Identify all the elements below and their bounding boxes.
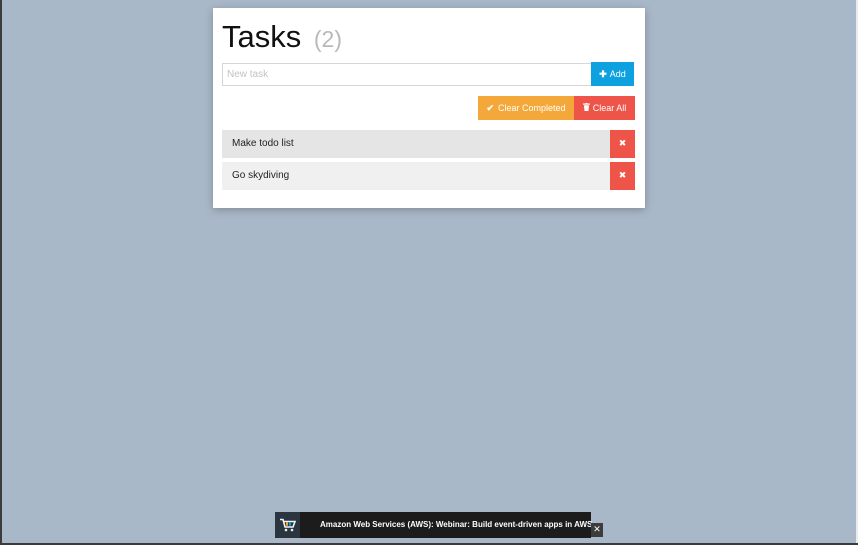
- clear-completed-label: Clear Completed: [498, 103, 566, 113]
- banner-close-button[interactable]: ✕: [591, 523, 603, 537]
- plus-icon: ✚: [599, 68, 607, 79]
- clear-completed-button[interactable]: ✔ Clear Completed: [478, 96, 574, 120]
- clear-all-label: Clear All: [592, 103, 627, 113]
- task-text[interactable]: Go skydiving: [232, 162, 289, 190]
- delete-task-button[interactable]: ✖: [610, 162, 635, 190]
- close-icon: ✖: [618, 139, 627, 149]
- task-item: Go skydiving ✖: [222, 162, 635, 190]
- title-text: Tasks: [222, 19, 302, 54]
- ad-banner[interactable]: Amazon Web Services (AWS): Webinar: Buil…: [275, 512, 593, 538]
- task-text[interactable]: Make todo list: [232, 130, 294, 158]
- page-title: Tasks (2): [222, 18, 342, 58]
- check-icon: ✔: [486, 102, 494, 113]
- delete-task-button[interactable]: ✖: [610, 130, 635, 158]
- new-task-input[interactable]: [222, 63, 594, 86]
- todo-card: Tasks (2) ✚ Add ✔ Clear Completed Clear …: [213, 8, 645, 208]
- add-task-button[interactable]: ✚ Add: [591, 62, 634, 86]
- task-list: Make todo list ✖ Go skydiving ✖: [222, 130, 635, 194]
- task-count: (2): [313, 26, 342, 52]
- banner-text: Amazon Web Services (AWS): Webinar: Buil…: [320, 520, 593, 529]
- shopping-cart-icon: [275, 512, 300, 538]
- close-icon: ✖: [618, 171, 627, 181]
- window-edge-left: [0, 0, 2, 545]
- clear-all-button[interactable]: Clear All: [574, 96, 635, 120]
- trash-icon: [582, 103, 590, 113]
- close-icon: ✕: [593, 525, 601, 535]
- task-item: Make todo list ✖: [222, 130, 635, 158]
- add-button-label: Add: [609, 69, 626, 79]
